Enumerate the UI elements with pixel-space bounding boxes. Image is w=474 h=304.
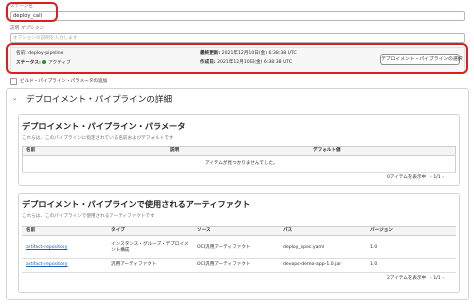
artifacts-col-source: ソース (197, 228, 211, 233)
prev-page-icon[interactable]: ‹ (430, 175, 432, 180)
params-col-default: デフォルト値 (313, 148, 341, 153)
artifact-row-1-name-link[interactable]: artifact-repository (26, 245, 67, 251)
artifact-row-1-path: deploy_spec.yaml (283, 245, 325, 250)
artifacts-description: これらは、このパイプラインで使用されるアーティファクトです (22, 214, 155, 219)
description-label: 説明 オプション (10, 26, 44, 31)
params-empty-message: アイテムが見つかりませんでした。 (205, 161, 278, 166)
details-title: デプロイメント・パイプラインの詳細 (26, 95, 173, 105)
artifacts-col-path: パス (283, 228, 293, 233)
artifact-row-1-source: OCI汎用アーティファクト (197, 245, 251, 250)
artifact-row-1-version: 1.0 (370, 245, 378, 250)
description-placeholder: オプションの説明を入力します (13, 36, 78, 41)
next-page-icon[interactable]: › (442, 175, 444, 180)
stage-name-input[interactable]: deploy_call (10, 11, 465, 21)
artifact-row-2-name-link[interactable]: artifact-repository (26, 262, 67, 268)
next-page-icon[interactable]: › (442, 276, 444, 281)
prev-page-icon[interactable]: ‹ (430, 276, 432, 281)
parameters-table-header (22, 146, 456, 156)
artifacts-col-version: バージョン (370, 228, 393, 233)
highlight-pipeline-info (6, 43, 468, 74)
artifacts-col-type: タイプ (111, 228, 125, 233)
artifact-row-2-version: 1.0 (370, 262, 378, 267)
parameters-description: これらは、このパイプラインに指定されている名前およびデフォルトです (22, 136, 174, 141)
description-input[interactable]: オプションの説明を入力します (10, 33, 465, 43)
artifact-row-2-source: OCI汎用アーティファクト (197, 262, 251, 267)
params-count: 0アイテムを表示中 (387, 175, 427, 180)
parameters-title: デプロイメント・パイプライン・パラメータ (22, 121, 186, 131)
artifact-row-1-type: インスタンス・グループ・デプロイメント構成 (111, 242, 189, 253)
params-col-description: 説明 (170, 148, 180, 153)
build-params-label: ビルド・パイプライン・パラメータの追加 (20, 79, 108, 84)
artifact-row-2-type: 汎用アーティファクト (111, 262, 157, 267)
artifacts-pagination[interactable]: ‹ 1/1 › (430, 276, 444, 282)
artifacts-count: 2アイテムを表示中 (387, 276, 427, 281)
params-col-name: 名前 (26, 148, 36, 153)
build-params-checkbox[interactable] (10, 78, 17, 85)
artifacts-col-name: 名前 (26, 228, 36, 233)
artifacts-title: デプロイメント・パイプラインで使用されるアーティファクト (22, 199, 251, 209)
artifact-row-2-path: devops-demo-app-1.0.jar (283, 262, 342, 267)
params-pagination[interactable]: ‹ 1/1 › (430, 175, 444, 181)
chevron-down-icon[interactable]: ⌄ (12, 94, 17, 102)
highlight-stage-name (6, 2, 58, 22)
